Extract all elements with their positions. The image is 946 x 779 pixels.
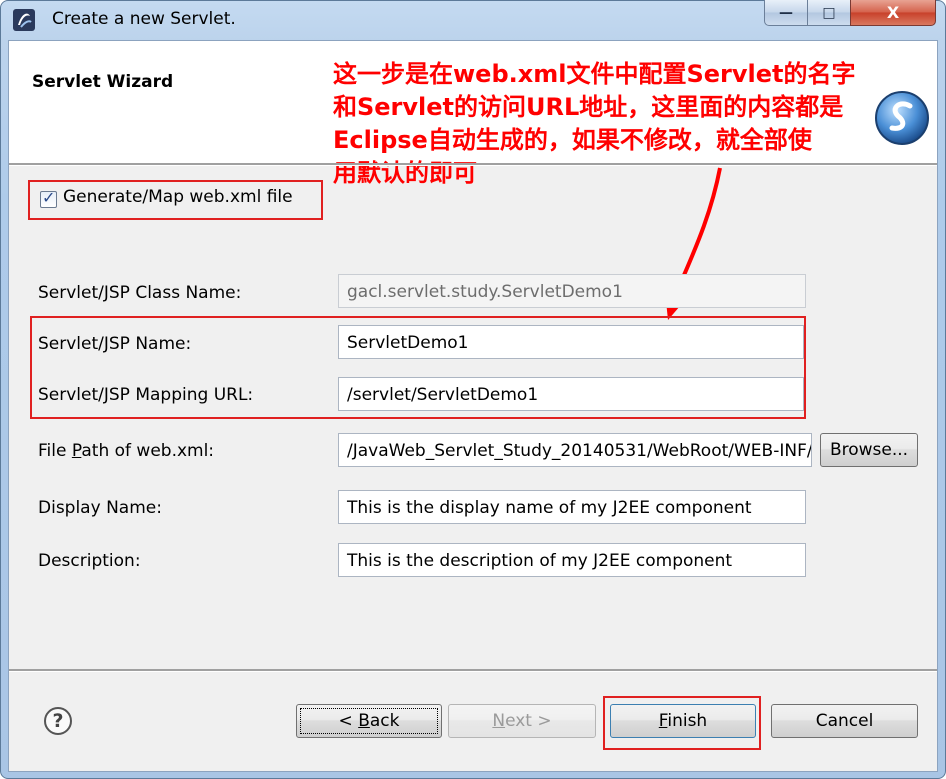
checkmark-icon: ✓ bbox=[42, 188, 56, 207]
next-label-mnemonic: N bbox=[492, 711, 506, 731]
display-name-input[interactable]: This is the display name of my J2EE comp… bbox=[338, 490, 806, 524]
description-input[interactable]: This is the description of my J2EE compo… bbox=[338, 543, 806, 577]
next-label-post: ext > bbox=[505, 711, 552, 731]
maximize-icon: □ bbox=[822, 5, 836, 21]
description-label: Description: bbox=[38, 551, 141, 571]
finish-label-post: inish bbox=[667, 711, 708, 731]
servlet-name-label: Servlet/JSP Name: bbox=[38, 334, 192, 354]
close-button[interactable]: X bbox=[850, 0, 936, 26]
back-button[interactable]: < Back bbox=[296, 704, 442, 738]
window-title: Create a new Servlet. bbox=[52, 9, 236, 29]
caption-buttons: — □ X bbox=[764, 0, 936, 28]
file-path-label-mnemonic: P bbox=[71, 441, 82, 461]
minimize-icon: — bbox=[779, 5, 793, 21]
maximize-button[interactable]: □ bbox=[807, 0, 851, 26]
display-name-label: Display Name: bbox=[38, 498, 162, 518]
servlet-name-input[interactable]: ServletDemo1 bbox=[338, 325, 804, 359]
next-button[interactable]: Next > bbox=[448, 704, 596, 738]
annotation-line-3: Eclipse自动生成的，如果不修改，就全部使 bbox=[333, 126, 812, 154]
file-path-input[interactable]: /JavaWeb_Servlet_Study_20140531/WebRoot/… bbox=[338, 433, 812, 467]
annotation-line-2: 和Servlet的访问URL地址，这里面的内容都是 bbox=[333, 93, 844, 121]
minimize-button[interactable]: — bbox=[764, 0, 808, 26]
generate-web-xml-checkbox[interactable]: ✓ bbox=[40, 188, 57, 208]
class-name-label: Servlet/JSP Class Name: bbox=[38, 283, 242, 303]
close-icon: X bbox=[886, 3, 900, 22]
mapping-url-label: Servlet/JSP Mapping URL: bbox=[38, 385, 254, 405]
file-path-label-post: ath of web.xml: bbox=[81, 441, 215, 461]
title-bar[interactable]: Create a new Servlet. — □ X bbox=[0, 0, 946, 40]
help-icon[interactable]: ? bbox=[44, 707, 72, 735]
file-path-label: File Path of web.xml: bbox=[38, 441, 214, 461]
header-separator bbox=[9, 163, 937, 166]
class-name-field: gacl.servlet.study.ServletDemo1 bbox=[338, 274, 806, 308]
file-path-label-pre: File bbox=[38, 441, 72, 461]
wizard-title: Servlet Wizard bbox=[32, 72, 174, 92]
footer-separator bbox=[9, 669, 937, 672]
mapping-url-input[interactable]: /servlet/ServletDemo1 bbox=[338, 377, 804, 411]
cancel-button[interactable]: Cancel bbox=[771, 704, 918, 738]
myeclipse-app-icon bbox=[13, 9, 35, 31]
browse-button[interactable]: Browse... bbox=[820, 433, 918, 467]
generate-web-xml-label: Generate/Map web.xml file bbox=[63, 187, 293, 207]
focus-ring bbox=[300, 708, 438, 734]
annotation-line-1: 这一步是在web.xml文件中配置Servlet的名字 bbox=[333, 60, 856, 88]
annotation-line-4: 用默认的即可 bbox=[333, 159, 477, 187]
annotation-note: 这一步是在web.xml文件中配置Servlet的名字 和Servlet的访问U… bbox=[333, 58, 937, 190]
finish-button[interactable]: Finish bbox=[610, 704, 756, 738]
